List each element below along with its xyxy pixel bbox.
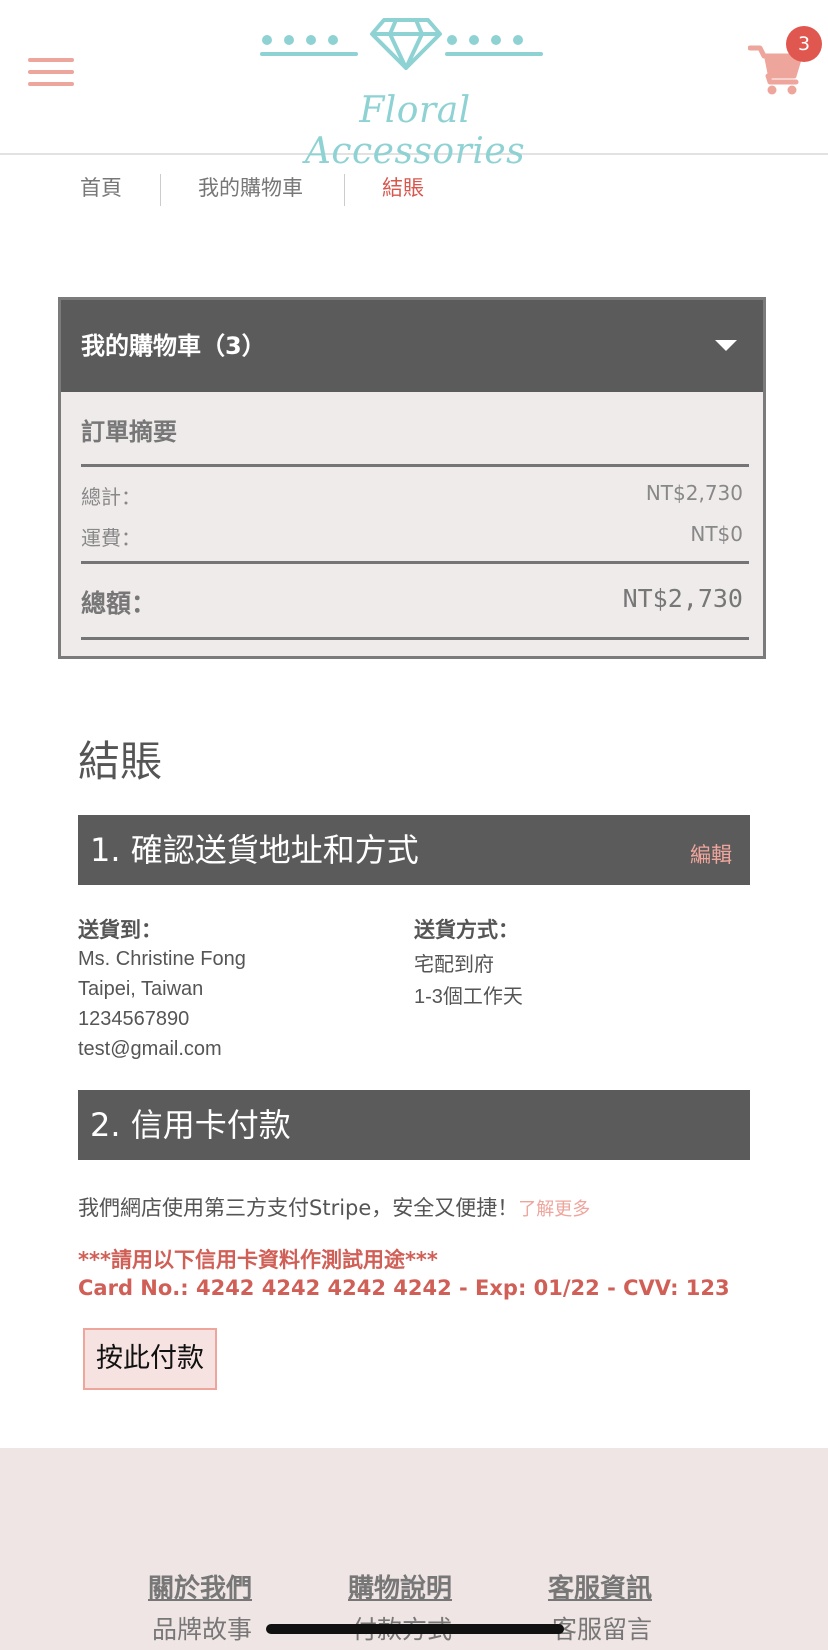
payment-info: 我們網店使用第三方支付Stripe，安全又便捷！ — [78, 1196, 519, 1220]
section-title: 2. 信用卡付款 — [90, 1106, 291, 1144]
test-card-details: Card No.: 4242 4242 4242 4242 - Exp: 01/… — [78, 1276, 730, 1300]
order-summary-title: 訂單摘要 — [81, 418, 177, 446]
total-label: 總額： — [81, 589, 157, 618]
divider — [81, 464, 749, 467]
footer-shopping-guide-heading[interactable]: 購物說明 — [348, 1568, 452, 1605]
divider — [81, 561, 749, 564]
delivery-method: 宅配到府 — [414, 954, 494, 976]
pay-button[interactable]: 按此付款 — [83, 1328, 217, 1390]
delivery-time: 1-3個工作天 — [414, 986, 523, 1008]
site-header: Floral Accessories 3 — [0, 0, 828, 172]
breadcrumb-divider — [344, 174, 345, 206]
shipping-section-header: 1. 確認送貨地址和方式 編輯 — [78, 815, 750, 885]
cart-summary-panel: 我的購物車（3） 訂單摘要 總計： NT$2,730 運費： NT$0 總額： … — [58, 297, 766, 659]
payment-section-header: 2. 信用卡付款 — [78, 1090, 750, 1160]
edit-shipping-link[interactable]: 編輯 — [690, 839, 732, 869]
ship-to-name: Ms. Christine Fong — [78, 948, 246, 970]
cart-accordion-title: 我的購物車（3） — [81, 332, 266, 360]
learn-more-link[interactable]: 了解更多 — [518, 1199, 590, 1220]
breadcrumb-cart[interactable]: 我的購物車 — [198, 168, 303, 208]
delivery-method-heading: 送貨方式： — [414, 918, 519, 942]
footer-about-heading[interactable]: 關於我們 — [148, 1568, 252, 1605]
breadcrumb-home[interactable]: 首頁 — [80, 168, 122, 208]
shipping-value: NT$0 — [690, 522, 743, 546]
home-indicator — [266, 1624, 564, 1634]
ship-to-heading: 送貨到： — [78, 918, 162, 942]
site-logo[interactable]: Floral Accessories — [250, 14, 580, 172]
subtotal-value: NT$2,730 — [645, 481, 743, 505]
footer-brand-story-link[interactable]: 品牌故事 — [152, 1610, 252, 1646]
site-footer: 關於我們 品牌故事 購物說明 付款方式 客服資訊 客服留言 — [0, 1448, 828, 1650]
breadcrumb: 首頁 我的購物車 結賬 — [0, 168, 828, 208]
diamond-logo-icon — [260, 18, 543, 70]
section-title: 1. 確認送貨地址和方式 — [90, 831, 419, 869]
caret-down-icon[interactable] — [715, 340, 737, 351]
total-value: NT$2,730 — [622, 584, 743, 613]
cart-count-badge: 3 — [786, 26, 822, 62]
divider — [81, 637, 749, 640]
cart-accordion-header[interactable]: 我的購物車（3） — [61, 300, 763, 392]
breadcrumb-divider — [160, 174, 161, 206]
footer-customer-service-heading[interactable]: 客服資訊 — [548, 1568, 652, 1605]
footer-contact-link[interactable]: 客服留言 — [552, 1610, 652, 1646]
breadcrumb-checkout: 結賬 — [382, 176, 424, 200]
hamburger-menu-icon[interactable] — [28, 55, 74, 89]
logo-text: Floral Accessories — [304, 90, 526, 172]
ship-to-email: test@gmail.com — [78, 1038, 222, 1060]
ship-to-city: Taipei, Taiwan — [78, 978, 204, 1000]
ship-to-phone: 1234567890 — [78, 1008, 190, 1030]
subtotal-label: 總計： — [81, 485, 141, 509]
page-title: 結賬 — [78, 737, 163, 786]
shipping-label: 運費： — [81, 526, 141, 550]
payment-info-text: 我們網店使用第三方支付Stripe，安全又便捷！了解更多 — [78, 1192, 590, 1222]
test-notice: ***請用以下信用卡資料作測試用途*** — [78, 1248, 438, 1272]
